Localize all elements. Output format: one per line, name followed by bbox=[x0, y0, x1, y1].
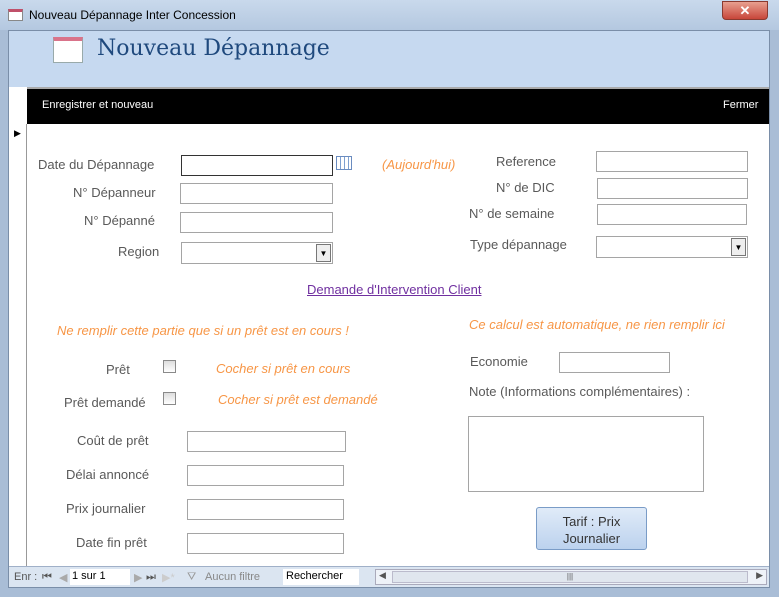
form-icon bbox=[8, 9, 23, 21]
delai-label: Délai annoncé bbox=[66, 467, 150, 482]
cout-field[interactable] bbox=[187, 431, 346, 452]
navigation-bar: Enr : ⏮ ◀ 1 sur 1 ▶ ⏭ ▶* ⛛ Aucun filtre … bbox=[9, 566, 769, 587]
search-input[interactable]: Rechercher bbox=[283, 569, 359, 585]
reference-field[interactable] bbox=[596, 151, 748, 172]
semaine-field[interactable] bbox=[597, 204, 747, 225]
reference-label: Reference bbox=[496, 154, 556, 169]
region-label: Region bbox=[118, 244, 160, 259]
scroll-right-icon[interactable]: ▶ bbox=[756, 570, 763, 581]
depanne-field[interactable] bbox=[180, 212, 333, 233]
next-record-icon[interactable]: ▶ bbox=[134, 571, 142, 584]
dic-field[interactable] bbox=[597, 178, 748, 199]
record-selector[interactable]: ▶ bbox=[9, 124, 27, 566]
close-form-button[interactable]: Fermer bbox=[723, 99, 758, 111]
pret-demande-label: Prêt demandé bbox=[64, 395, 146, 410]
pret-demande-checkbox[interactable] bbox=[163, 392, 176, 405]
economie-label: Economie bbox=[470, 354, 528, 369]
form-icon bbox=[53, 37, 83, 63]
prev-record-icon[interactable]: ◀ bbox=[59, 571, 67, 584]
note-label: Note (Informations complémentaires) : bbox=[469, 384, 691, 399]
pret-label: Prêt bbox=[106, 362, 130, 377]
pret-hint: Cocher si prêt en cours bbox=[216, 361, 351, 376]
type-label: Type dépannage bbox=[470, 237, 567, 252]
dic-label: N° de DIC bbox=[496, 180, 555, 195]
pret-checkbox[interactable] bbox=[163, 360, 176, 373]
depanneur-field[interactable] bbox=[180, 183, 333, 204]
prix-field[interactable] bbox=[187, 499, 344, 520]
calendar-icon[interactable] bbox=[336, 156, 352, 170]
dic-link[interactable]: Demande d'Intervention Client bbox=[307, 282, 481, 297]
prix-label: Prix journalier bbox=[66, 501, 146, 516]
depanneur-label: N° Dépanneur bbox=[73, 185, 156, 200]
chevron-down-icon[interactable]: ▼ bbox=[731, 238, 746, 256]
region-select[interactable]: ▼ bbox=[181, 242, 333, 264]
note-textarea[interactable] bbox=[468, 416, 704, 492]
depanne-label: N° Dépanné bbox=[84, 213, 155, 228]
scroll-thumb[interactable]: ||| bbox=[392, 571, 748, 583]
record-number-input[interactable]: 1 sur 1 bbox=[70, 569, 130, 585]
economie-field[interactable] bbox=[559, 352, 670, 373]
chevron-down-icon[interactable]: ▼ bbox=[316, 244, 331, 262]
delai-field[interactable] bbox=[187, 465, 344, 486]
pret-note: Ne remplir cette partie que si un prêt e… bbox=[57, 323, 349, 338]
first-record-icon[interactable]: ⏮ bbox=[42, 571, 52, 584]
save-new-button[interactable]: Enregistrer et nouveau bbox=[42, 99, 153, 111]
pret-demande-hint: Cocher si prêt est demandé bbox=[218, 392, 378, 407]
horizontal-scrollbar[interactable]: ◀ ||| ▶ bbox=[375, 569, 767, 585]
page-title: Nouveau Dépannage bbox=[97, 36, 330, 61]
semaine-label: N° de semaine bbox=[469, 206, 555, 221]
filter-button[interactable]: Aucun filtre bbox=[205, 571, 260, 583]
date-label: Date du Dépannage bbox=[38, 157, 155, 172]
date-field[interactable] bbox=[181, 155, 333, 176]
last-record-icon[interactable]: ⏭ bbox=[146, 571, 156, 584]
scroll-left-icon[interactable]: ◀ bbox=[379, 570, 386, 581]
today-hint: (Aujourd'hui) bbox=[382, 157, 456, 172]
type-select[interactable]: ▼ bbox=[596, 236, 748, 258]
datefin-field[interactable] bbox=[187, 533, 344, 554]
auto-note: Ce calcul est automatique, ne rien rempl… bbox=[469, 317, 725, 332]
record-label: Enr : bbox=[14, 571, 38, 583]
tarif-button[interactable]: Tarif : Prix Journalier bbox=[536, 507, 647, 550]
filter-icon[interactable]: ⛛ bbox=[187, 571, 196, 584]
cout-label: Coût de prêt bbox=[77, 433, 149, 448]
new-record-icon[interactable]: ▶* bbox=[162, 571, 175, 584]
window-title: Nouveau Dépannage Inter Concession bbox=[29, 8, 236, 22]
close-button[interactable]: ✕ bbox=[722, 1, 768, 20]
datefin-label: Date fin prêt bbox=[76, 535, 147, 550]
